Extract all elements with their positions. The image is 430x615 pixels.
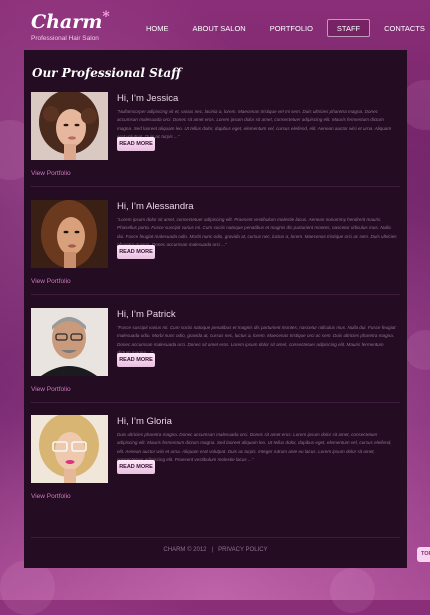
view-portfolio-link[interactable]: View Portfolio xyxy=(31,386,71,393)
nav-staff[interactable]: STAFF xyxy=(326,19,371,37)
staff-member: Hi, I’m Patrick “Fusce suscipit varius m… xyxy=(24,308,407,413)
back-to-top-button[interactable]: TOP xyxy=(417,547,430,562)
staff-name: Hi, I’m Patrick xyxy=(117,309,176,320)
staff-bio: “Fusce suscipit varius mi. Cum sociis na… xyxy=(117,325,396,355)
staff-photo-jessica xyxy=(31,92,108,160)
nav-contacts[interactable]: CONTACTS xyxy=(374,19,430,37)
read-more-button[interactable]: READ MORE xyxy=(117,353,155,367)
footer-divider xyxy=(31,537,400,538)
staff-member: Hi, I’m Gloria Duis ultricies pharetra m… xyxy=(24,415,407,520)
staff-photo-patrick xyxy=(31,308,108,376)
view-portfolio-link[interactable]: View Portfolio xyxy=(31,278,71,285)
logo-tagline: Professional Hair Salon xyxy=(31,35,99,42)
read-more-button[interactable]: READ MORE xyxy=(117,460,155,474)
staff-bio: “Nullamcorper adipiscing vit et, varius … xyxy=(117,109,392,140)
divider xyxy=(31,294,400,295)
footer-separator: | xyxy=(211,547,214,553)
staff-photo-alessandra xyxy=(31,200,108,268)
site-footer: CHARM © 2012 | PRIVACY POLICY xyxy=(24,547,407,553)
staff-bio: “Lorem ipsum dolor sit amet, consectetue… xyxy=(117,217,397,248)
staff-name: Hi, I’m Gloria xyxy=(117,416,172,427)
staff-member: Hi, I’m Alessandra “Lorem ipsum dolor si… xyxy=(24,200,407,305)
divider xyxy=(31,402,400,403)
staff-member: Hi, I’m Jessica “Nullamcorper adipiscing… xyxy=(24,92,407,197)
logo[interactable]: Charm* Professional Hair Salon xyxy=(31,9,110,42)
content-panel: Our Professional Staff Hi, I’m Jessica “… xyxy=(24,50,407,568)
footer-copyright: CHARM © 2012 xyxy=(163,547,207,553)
bokeh-circle xyxy=(0,560,55,615)
staff-photo-gloria xyxy=(31,415,108,483)
staff-name: Hi, I’m Jessica xyxy=(117,93,179,104)
nav-home[interactable]: HOME xyxy=(136,19,179,37)
bokeh-circle xyxy=(405,330,430,370)
page-title: Our Professional Staff xyxy=(32,66,182,80)
read-more-button[interactable]: READ MORE xyxy=(117,137,155,151)
divider xyxy=(31,186,400,187)
logo-star-icon: * xyxy=(102,9,110,25)
view-portfolio-link[interactable]: View Portfolio xyxy=(31,493,71,500)
site-header: Charm* Professional Hair Salon HOME ABOU… xyxy=(0,0,430,50)
staff-name: Hi, I’m Alessandra xyxy=(117,201,194,212)
staff-bio: Duis ultricies pharetra magna. Donec acc… xyxy=(117,432,392,463)
logo-name: Charm xyxy=(31,11,103,33)
bokeh-circle xyxy=(330,568,375,613)
nav-portfolio[interactable]: PORTFOLIO xyxy=(260,19,323,37)
privacy-policy-link[interactable]: PRIVACY POLICY xyxy=(218,547,267,553)
main-nav: HOME ABOUT SALON PORTFOLIO STAFF CONTACT… xyxy=(136,19,430,37)
view-portfolio-link[interactable]: View Portfolio xyxy=(31,170,71,177)
read-more-button[interactable]: READ MORE xyxy=(117,245,155,259)
nav-about-salon[interactable]: ABOUT SALON xyxy=(183,19,256,37)
